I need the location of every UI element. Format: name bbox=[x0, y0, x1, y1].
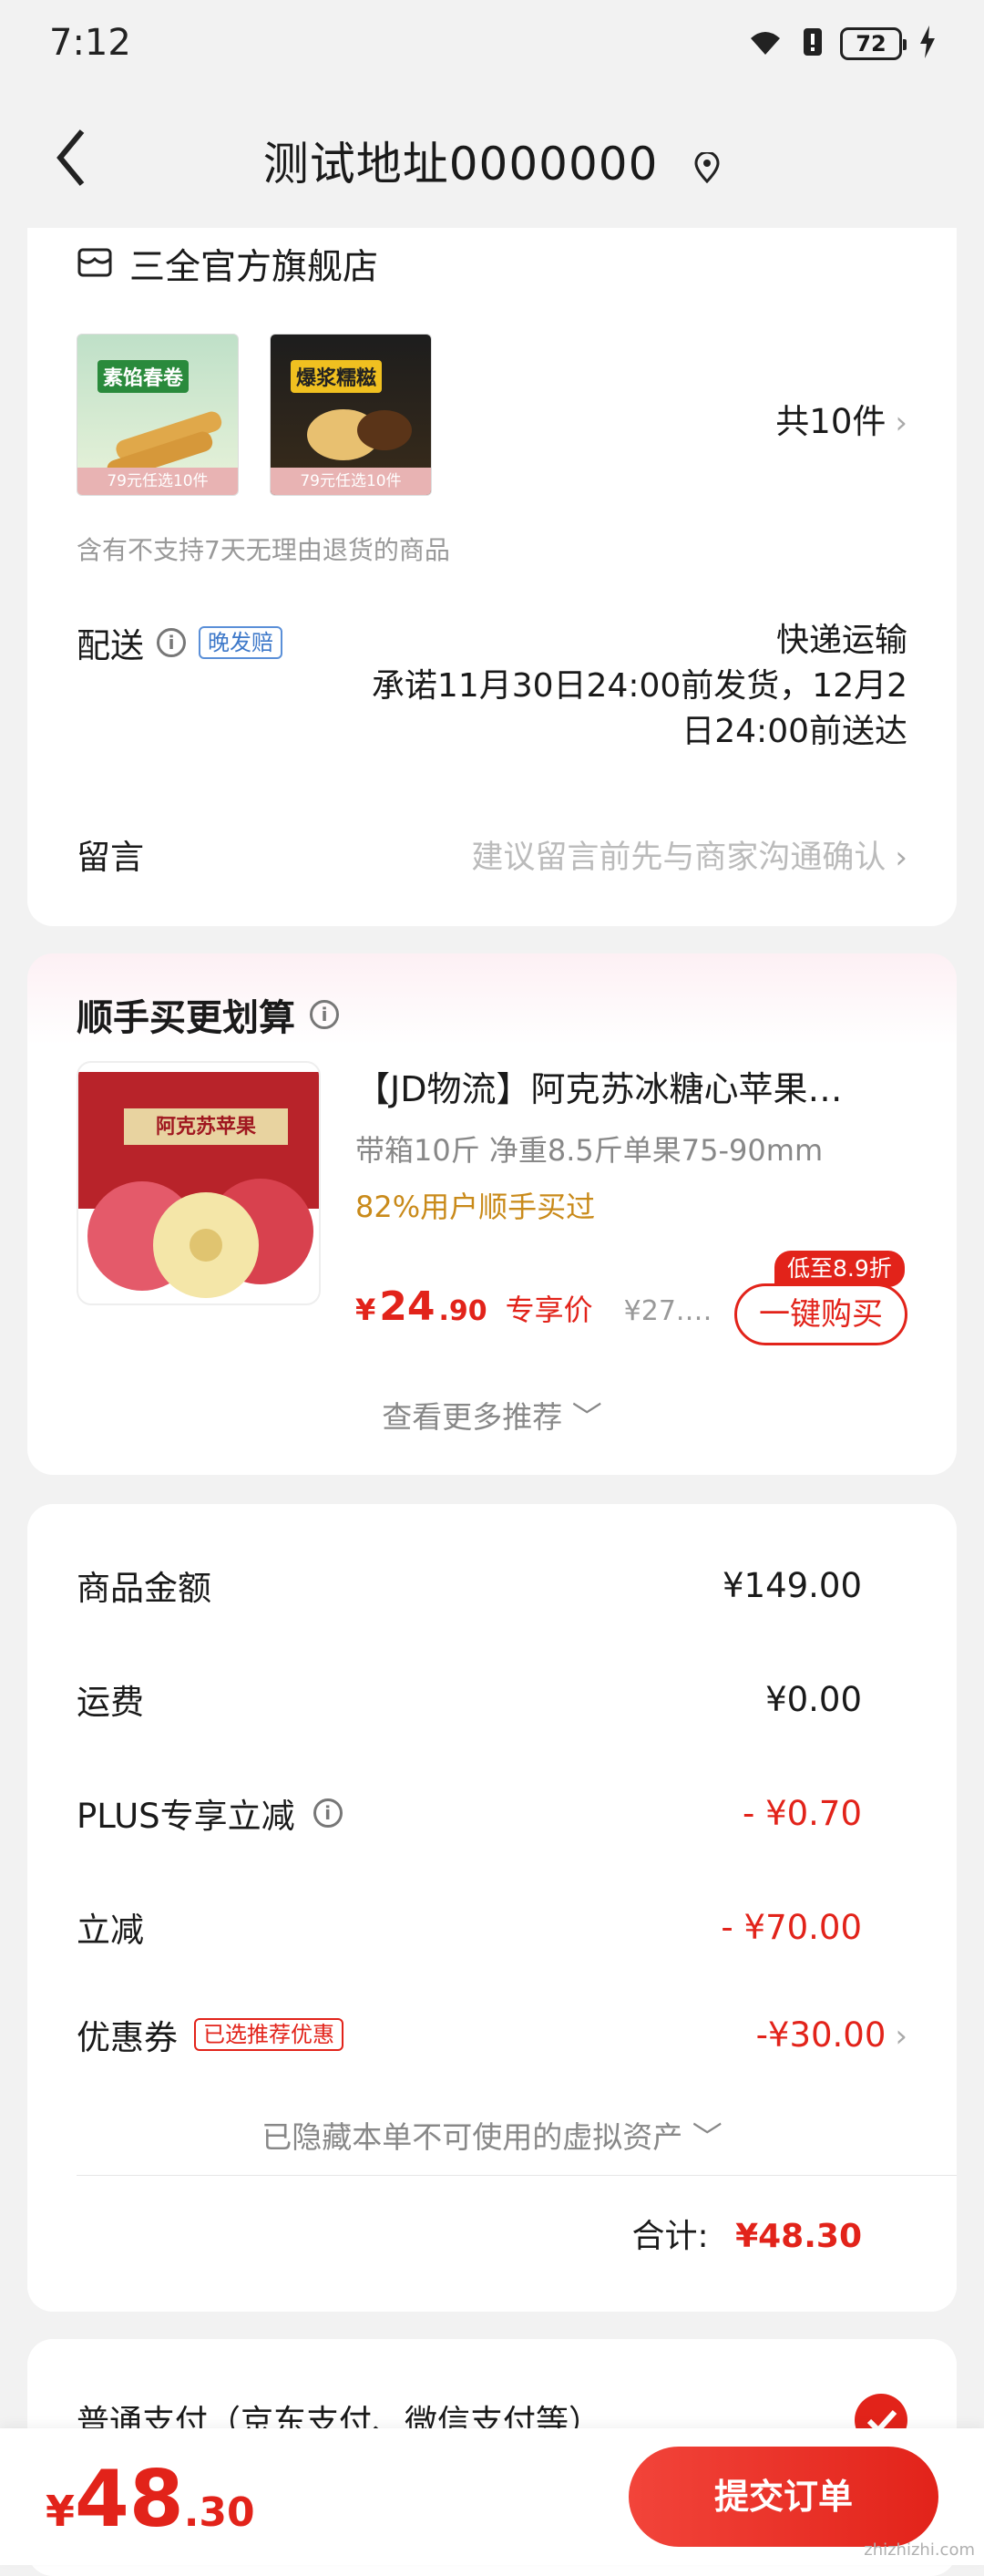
message-row[interactable]: 留言 建议留言前先与商家沟通确认 › bbox=[77, 829, 907, 879]
return-notice: 含有不支持7天无理由退货的商品 bbox=[77, 535, 450, 565]
bottom-bar: ¥48.30 提交订单 zhizhizhi.com bbox=[0, 2428, 984, 2565]
apple-product-image[interactable]: 阿克苏苹果 bbox=[77, 1061, 321, 1305]
chevron-down-icon: ﹀ bbox=[571, 1399, 602, 1435]
coupon-badge: 已选推荐优惠 bbox=[194, 2018, 343, 2051]
bottom-yen: ¥ bbox=[46, 2487, 76, 2536]
bottom-total: ¥48.30 bbox=[46, 2454, 255, 2545]
summary-card: 商品金额 ¥149.00 运费 ¥0.00 PLUS专享立减 i - ¥0.70… bbox=[27, 1504, 957, 2312]
status-bar: 7:12 72 bbox=[0, 0, 984, 91]
info-icon[interactable]: i bbox=[313, 1798, 343, 1828]
summary-value: - ¥70.00 bbox=[721, 1907, 862, 1947]
summary-row: 商品金额 ¥149.00 bbox=[77, 1561, 862, 1610]
store-icon bbox=[77, 244, 113, 284]
delivery-promise-1: 承诺11月30日24:00前发货，12月2 bbox=[371, 667, 907, 705]
summary-label: PLUS专享立减 bbox=[77, 1797, 295, 1836]
header: 测试地址0000000 bbox=[0, 91, 984, 228]
total-row: 合计: ¥48.30 bbox=[631, 2210, 862, 2257]
address-title[interactable]: 测试地址0000000 bbox=[0, 128, 984, 194]
summary-row: 立减 - ¥70.00 bbox=[77, 1902, 862, 1952]
summary-label: 立减 bbox=[77, 1911, 144, 1950]
summary-label: 商品金额 bbox=[77, 1569, 211, 1608]
summary-value: - ¥0.70 bbox=[742, 1793, 862, 1833]
summary-value: ¥0.00 bbox=[765, 1679, 862, 1719]
summary-row: PLUS专享立减 i - ¥0.70 bbox=[77, 1788, 862, 1838]
more-recommend-label[interactable]: 查看更多推荐 bbox=[382, 1399, 562, 1435]
product-thumb-name: 素馅春卷 bbox=[97, 360, 190, 393]
info-icon[interactable]: i bbox=[310, 1000, 339, 1029]
chevron-down-icon: ﹀ bbox=[692, 2119, 723, 2155]
price-int: 24 bbox=[379, 1283, 436, 1330]
hidden-assets-toggle[interactable]: 已隐藏本单不可使用的虚拟资产 ﹀ bbox=[27, 2113, 957, 2157]
price-dec: .90 bbox=[438, 1295, 487, 1327]
more-recommend[interactable]: 查看更多推荐 ﹀ bbox=[27, 1393, 957, 1437]
total-value: ¥48.30 bbox=[735, 2218, 862, 2255]
coupon-row[interactable]: 优惠券 已选推荐优惠 -¥30.00 › bbox=[77, 2010, 907, 2059]
chevron-right-icon: › bbox=[895, 405, 907, 441]
apple-box-text: 阿克苏苹果 bbox=[155, 1116, 256, 1139]
summary-label: 优惠券 bbox=[77, 2018, 178, 2057]
summary-value: ¥149.00 bbox=[722, 1565, 862, 1605]
delivery-method[interactable]: 快递运输 bbox=[77, 618, 907, 664]
store-card: 三全官方旗舰店 素馅春卷 79元任选10件 爆浆糯糍 79元任选10件 共10件… bbox=[27, 228, 957, 926]
battery-indicator: 72 bbox=[840, 27, 907, 60]
item-count[interactable]: 共10件 › bbox=[77, 394, 907, 443]
chevron-right-icon: › bbox=[895, 839, 907, 876]
message-input[interactable]: 建议留言前先与商家沟通确认 bbox=[471, 840, 886, 876]
product-thumb-tag: 79元任选10件 bbox=[271, 468, 431, 495]
message-label: 留言 bbox=[77, 838, 144, 877]
chevron-right-icon: › bbox=[895, 2017, 907, 2055]
summary-label: 运费 bbox=[77, 1683, 144, 1722]
price-yen: ¥ bbox=[355, 1293, 376, 1327]
summary-value: -¥30.00 bbox=[755, 2014, 887, 2055]
wifi-icon bbox=[745, 26, 785, 62]
bottom-total-dec: .30 bbox=[183, 2489, 255, 2536]
buy-rate: 82%用户顺手买过 bbox=[355, 1190, 596, 1224]
recommend-product-spec: 带箱10斤 净重8.5斤单果75-90mm bbox=[355, 1133, 824, 1168]
original-price: ¥27.… bbox=[623, 1295, 712, 1327]
alert-icon bbox=[802, 26, 824, 61]
recommend-card: 顺手买更划算 i 阿克苏苹果 【JD物流】阿克苏冰糖心苹果… 带箱10斤 净重8… bbox=[27, 953, 957, 1475]
bottom-total-int: 48 bbox=[75, 2454, 184, 2545]
one-click-buy-button[interactable]: 一键购买 bbox=[734, 1283, 907, 1345]
store-name[interactable]: 三全官方旗舰店 bbox=[129, 239, 378, 290]
recommend-product-title[interactable]: 【JD物流】阿克苏冰糖心苹果… bbox=[355, 1061, 907, 1111]
delivery-promise-2: 日24:00前送达 bbox=[682, 713, 907, 750]
total-label: 合计: bbox=[631, 2218, 709, 2255]
price-label: 专享价 bbox=[505, 1293, 593, 1327]
address-text[interactable]: 测试地址0000000 bbox=[263, 138, 659, 191]
discount-badge: 低至8.9折 bbox=[774, 1251, 905, 1287]
watermark: zhizhizhi.com bbox=[864, 2540, 975, 2560]
hidden-assets-label[interactable]: 已隐藏本单不可使用的虚拟资产 bbox=[261, 2119, 682, 2155]
product-thumb-tag: 79元任选10件 bbox=[77, 468, 238, 495]
location-pin-icon bbox=[693, 141, 721, 194]
divider bbox=[77, 2175, 957, 2176]
submit-order-button[interactable]: 提交订单 bbox=[629, 2447, 938, 2547]
status-time: 7:12 bbox=[49, 22, 131, 64]
charging-icon bbox=[918, 26, 937, 62]
summary-row: 运费 ¥0.00 bbox=[77, 1674, 862, 1724]
recommend-title: 顺手买更划算 bbox=[77, 997, 295, 1039]
item-count-label[interactable]: 共10件 bbox=[775, 402, 886, 441]
